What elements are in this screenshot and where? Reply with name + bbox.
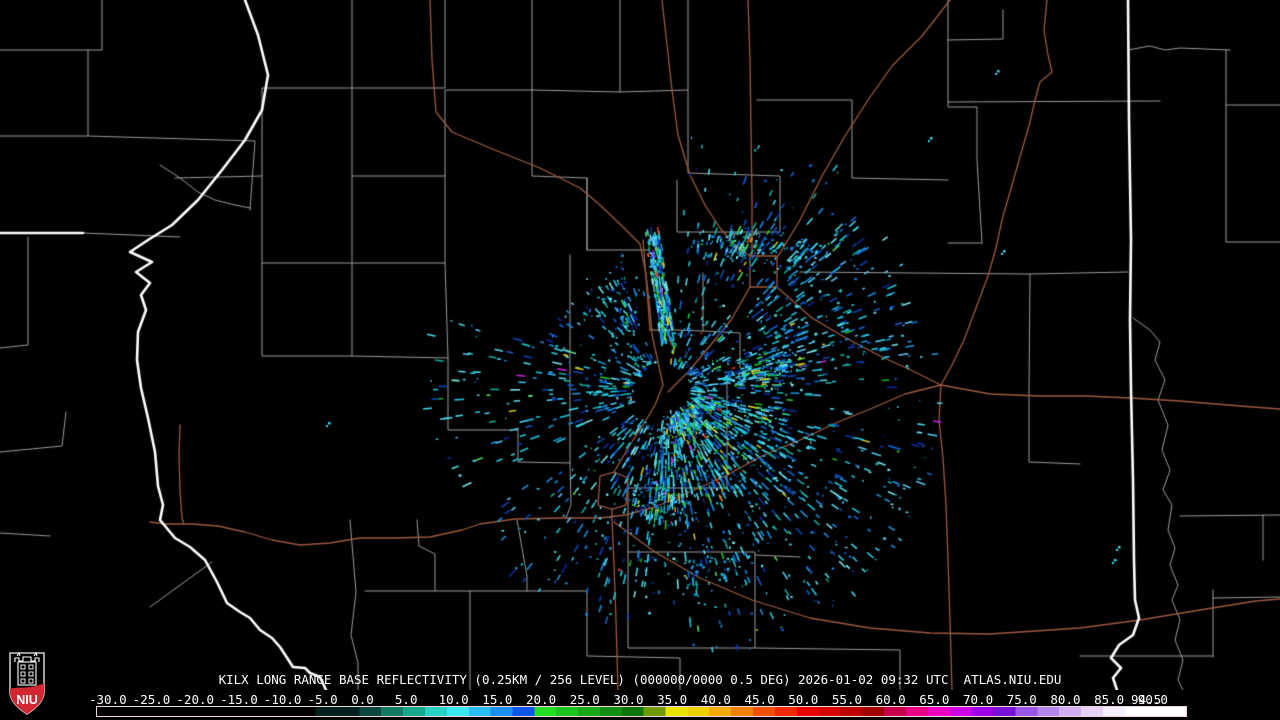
colorbar-label: 20.0 — [526, 692, 557, 707]
colorbar-label: 0.0 — [351, 692, 374, 707]
colorbar-label: 40.0 — [700, 692, 731, 707]
colorbar-label: 5.0 — [394, 692, 418, 707]
colorbar-label: 50.0 — [788, 692, 819, 707]
colorbar-strip: -30.0 -25.0 -20.0 -15.0 -10.0 -5.0 0.0 5.0 10.0 1… — [0, 690, 1280, 720]
reflectivity-colorbar — [96, 706, 1187, 717]
logo-text: NIU — [16, 693, 38, 707]
colorbar-label: 30.0 — [613, 692, 644, 707]
radar-map — [0, 0, 1280, 690]
colorbar-label: 25.0 — [569, 692, 600, 707]
colorbar-label: 15.0 — [482, 692, 513, 707]
colorbar-label: -10.0 — [263, 692, 302, 707]
product-caption: KILX LONG RANGE BASE REFLECTIVITY (0.25K… — [218, 672, 1062, 687]
colorbar-label: 55.0 — [831, 692, 862, 707]
radar-product-image: KILX LONG RANGE BASE REFLECTIVITY (0.25K… — [0, 0, 1280, 720]
colorbar-label: -5.0 — [307, 692, 338, 707]
colorbar-label: 10.0 — [438, 692, 469, 707]
colorbar-label: 60.0 — [875, 692, 906, 707]
colorbar-label: -25.0 — [132, 692, 171, 707]
niu-shield-logo: NIU — [9, 652, 45, 715]
colorbar-label: 45.0 — [744, 692, 775, 707]
colorbar-label: -20.0 — [176, 692, 215, 707]
colorbar-label: 35.0 — [657, 692, 688, 707]
colorbar-label: 80.0 — [1050, 692, 1081, 707]
colorbar-label: 94.5 — [1131, 692, 1162, 707]
colorbar-label: 85.0 — [1094, 692, 1125, 707]
colorbar-label: 75.0 — [1006, 692, 1037, 707]
colorbar-label: 70.0 — [963, 692, 994, 707]
colorbar-label: -30.0 — [89, 692, 127, 707]
colorbar-label: -15.0 — [220, 692, 258, 707]
colorbar-label: 65.0 — [919, 692, 950, 707]
